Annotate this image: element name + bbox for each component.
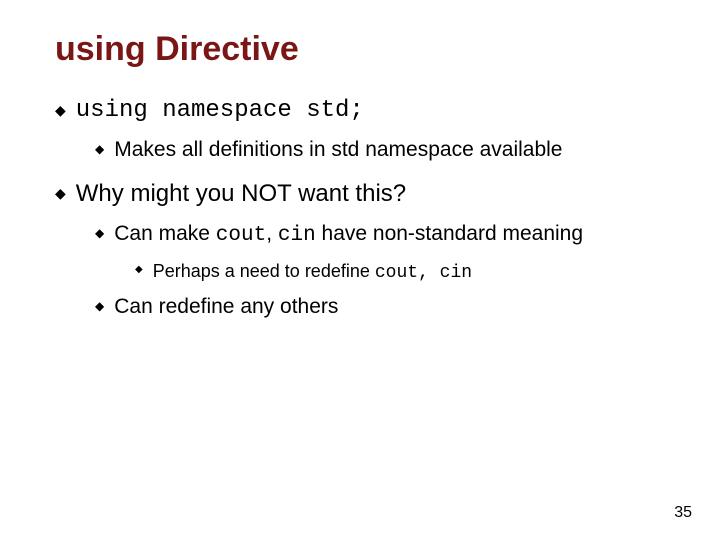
text-fragment: , (266, 222, 278, 245)
code-fragment: cout (216, 224, 266, 247)
diamond-bullet-icon: ◆ (95, 300, 104, 312)
slide-title: using Directive (55, 30, 665, 69)
diamond-bullet-icon: ◆ (95, 227, 104, 239)
bullet-level3: ◆ Perhaps a need to redefine cout, cin (135, 261, 665, 283)
bullet-text: using namespace std; (76, 97, 364, 124)
bullet-level1: ◆ using namespace std; (55, 97, 665, 124)
bullet-text: Why might you NOT want this? (76, 180, 406, 208)
diamond-bullet-icon: ◆ (55, 186, 66, 200)
bullet-level2: ◆ Can redefine any others (95, 295, 665, 319)
diamond-bullet-icon: ◆ (95, 143, 104, 155)
page-number: 35 (674, 504, 692, 522)
text-fragment: Can make (114, 222, 216, 245)
code-fragment: cout, cin (375, 263, 472, 283)
slide: using Directive ◆ using namespace std; ◆… (0, 0, 720, 540)
bullet-text: Perhaps a need to redefine cout, cin (153, 261, 472, 283)
code-fragment: cin (278, 224, 316, 247)
bullet-level2: ◆ Makes all definitions in std namespace… (95, 138, 665, 162)
bullet-text: Can redefine any others (114, 295, 338, 319)
bullet-text: Can make cout, cin have non-standard mea… (114, 222, 583, 247)
diamond-bullet-icon: ◆ (55, 103, 66, 117)
bullet-text: Makes all definitions in std namespace a… (114, 138, 562, 162)
text-fragment: have non-standard meaning (316, 222, 583, 245)
bullet-level1: ◆ Why might you NOT want this? (55, 180, 665, 208)
diamond-bullet-icon: ◆ (135, 265, 143, 275)
bullet-level2: ◆ Can make cout, cin have non-standard m… (95, 222, 665, 247)
text-fragment: Perhaps a need to redefine (153, 261, 375, 281)
